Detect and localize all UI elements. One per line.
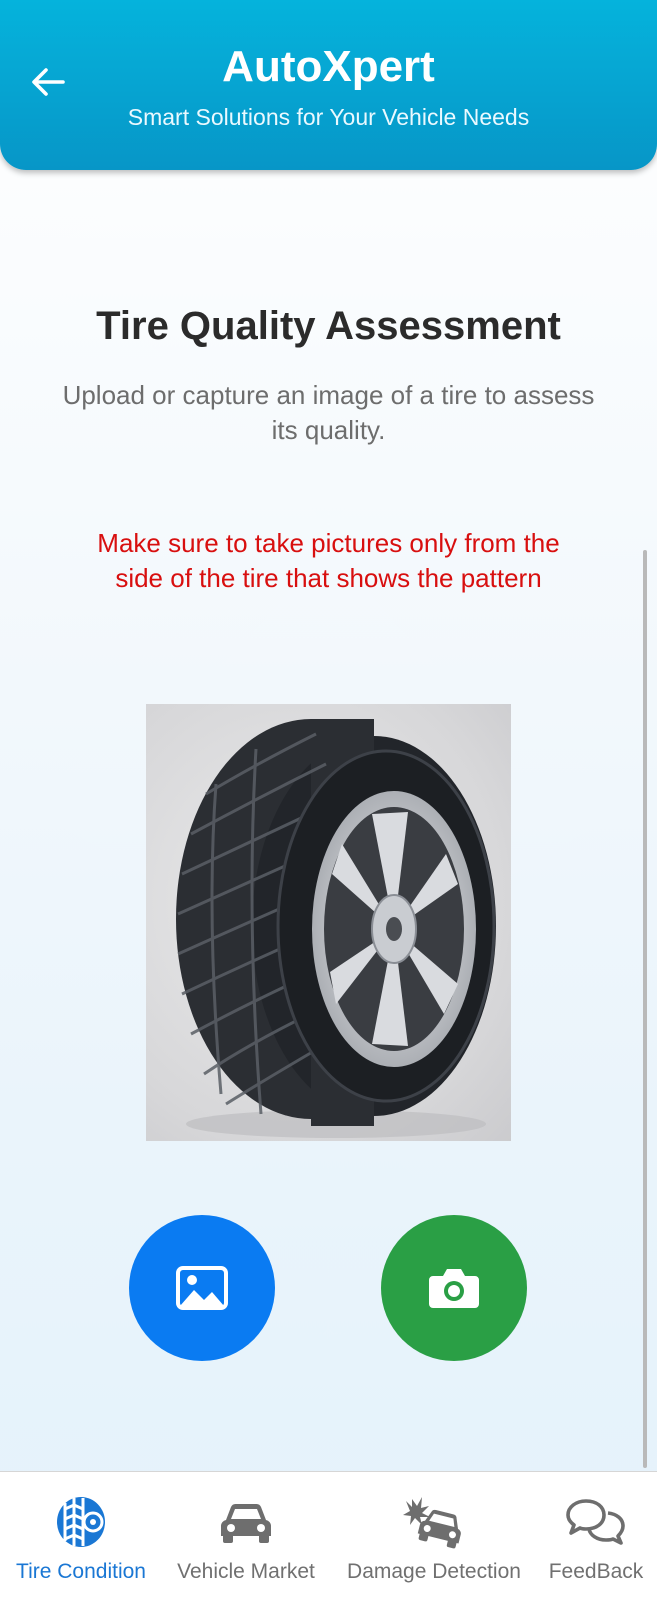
tire-photo bbox=[146, 704, 511, 1141]
image-icon bbox=[176, 1266, 228, 1310]
chat-bubbles-icon bbox=[566, 1499, 625, 1545]
tab-label: Tire Condition bbox=[16, 1560, 146, 1583]
tab-damage-detection[interactable]: Damage Detection bbox=[336, 1472, 532, 1600]
tab-vehicle-market[interactable]: Vehicle Market bbox=[166, 1472, 326, 1600]
capture-photo-button[interactable] bbox=[381, 1215, 527, 1361]
tab-feedback[interactable]: FeedBack bbox=[540, 1472, 652, 1600]
tab-label: FeedBack bbox=[548, 1560, 644, 1583]
page-title: Tire Quality Assessment bbox=[96, 304, 561, 348]
upload-image-button[interactable] bbox=[129, 1215, 275, 1361]
app-title: AutoXpert bbox=[222, 42, 435, 91]
car-icon bbox=[220, 1503, 272, 1543]
app-subtitle: Smart Solutions for Your Vehicle Needs bbox=[127, 104, 530, 130]
tab-label: Vehicle Market bbox=[177, 1560, 315, 1583]
scrollbar[interactable] bbox=[643, 550, 647, 1468]
warning-message: Make sure to take pictures only from the… bbox=[97, 528, 560, 593]
tire-icon bbox=[57, 1497, 105, 1547]
tab-label: Damage Detection bbox=[347, 1560, 521, 1583]
page-description: Upload or capture an image of a tire to … bbox=[62, 380, 595, 445]
car-crash-icon bbox=[403, 1497, 461, 1549]
tab-tire-condition[interactable]: Tire Condition bbox=[6, 1472, 156, 1600]
bottom-navigation: Tire Condition Vehicle Market Damage Det… bbox=[0, 1471, 657, 1600]
app-header: AutoXpert Smart Solutions for Your Vehic… bbox=[0, 0, 657, 170]
camera-icon bbox=[429, 1269, 479, 1308]
